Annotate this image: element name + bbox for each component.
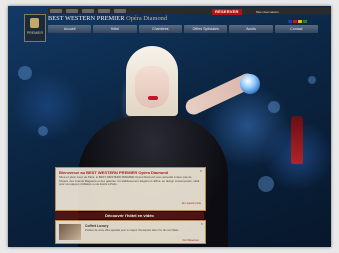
offer-links[interactable]: Voir Réserver [182, 238, 199, 242]
nav-item-hotel[interactable]: Hôtel [93, 25, 137, 33]
offer-title: Coffret Luxury [85, 224, 109, 228]
nav-item-access[interactable]: Accès [229, 25, 273, 33]
discover-video-heading[interactable]: Découvrir l'hôtel en vidéo [55, 212, 204, 219]
close-icon[interactable]: × [201, 222, 203, 226]
offer-text: Profitez de notre offre spéciale pour un… [85, 229, 180, 232]
discover-panel: Coffret Luxury Profitez de notre offre s… [55, 220, 206, 244]
topbar-link[interactable] [82, 9, 94, 13]
bokeh-light [258, 176, 274, 192]
site-title: BEST WESTERN PREMIER Opéra Diamond [48, 15, 167, 22]
site-title-sub: Opéra Diamond [126, 15, 168, 22]
flag-icon[interactable] [288, 20, 292, 23]
flag-icon[interactable] [303, 20, 307, 23]
nav-item-rooms[interactable]: Chambres [138, 25, 182, 33]
main-nav: Accueil Hôtel Chambres Offres Spéciales … [48, 25, 318, 33]
nav-item-home[interactable]: Accueil [48, 25, 92, 33]
crown-emblem-icon [30, 18, 39, 28]
welcome-text: Situé en plein cœur de Paris, le BEST WE… [59, 176, 200, 186]
bokeh-light [18, 66, 32, 80]
glass-ornament [240, 74, 260, 94]
nav-item-contact[interactable]: Contact [274, 25, 318, 33]
reserve-button[interactable]: RÉSERVER [212, 9, 242, 15]
logo-word: PREMIER [26, 31, 44, 35]
hotel-logo[interactable]: PREMIER [24, 14, 46, 42]
model-face [135, 66, 169, 108]
model-lips [148, 96, 158, 100]
bokeh-light [308, 76, 316, 84]
topbar-link[interactable] [66, 9, 78, 13]
close-icon[interactable]: × [199, 169, 203, 173]
bokeh-light [268, 101, 280, 113]
nav-item-offers[interactable]: Offres Spéciales [183, 25, 228, 33]
welcome-panel: Bienvenue au BEST WESTERN PREMIER Opéra … [55, 167, 206, 211]
bottle [291, 116, 303, 164]
topbar-link[interactable] [50, 9, 62, 13]
welcome-title: Bienvenue au BEST WESTERN PREMIER Opéra … [59, 170, 169, 175]
flag-icon[interactable] [298, 20, 302, 23]
room-thumbnail[interactable] [59, 224, 81, 240]
site-title-main: BEST WESTERN PREMIER [48, 15, 125, 22]
browser-frame: RÉSERVER Mes réservations PREMIER BEST W… [8, 6, 331, 247]
topbar-link[interactable] [114, 9, 126, 13]
bokeh-light [38, 126, 48, 136]
read-more-link[interactable]: En savoir plus [182, 201, 201, 205]
flag-icon[interactable] [293, 20, 297, 23]
my-bookings-link[interactable]: Mes réservations [256, 9, 279, 15]
topbar-link[interactable] [98, 9, 110, 13]
